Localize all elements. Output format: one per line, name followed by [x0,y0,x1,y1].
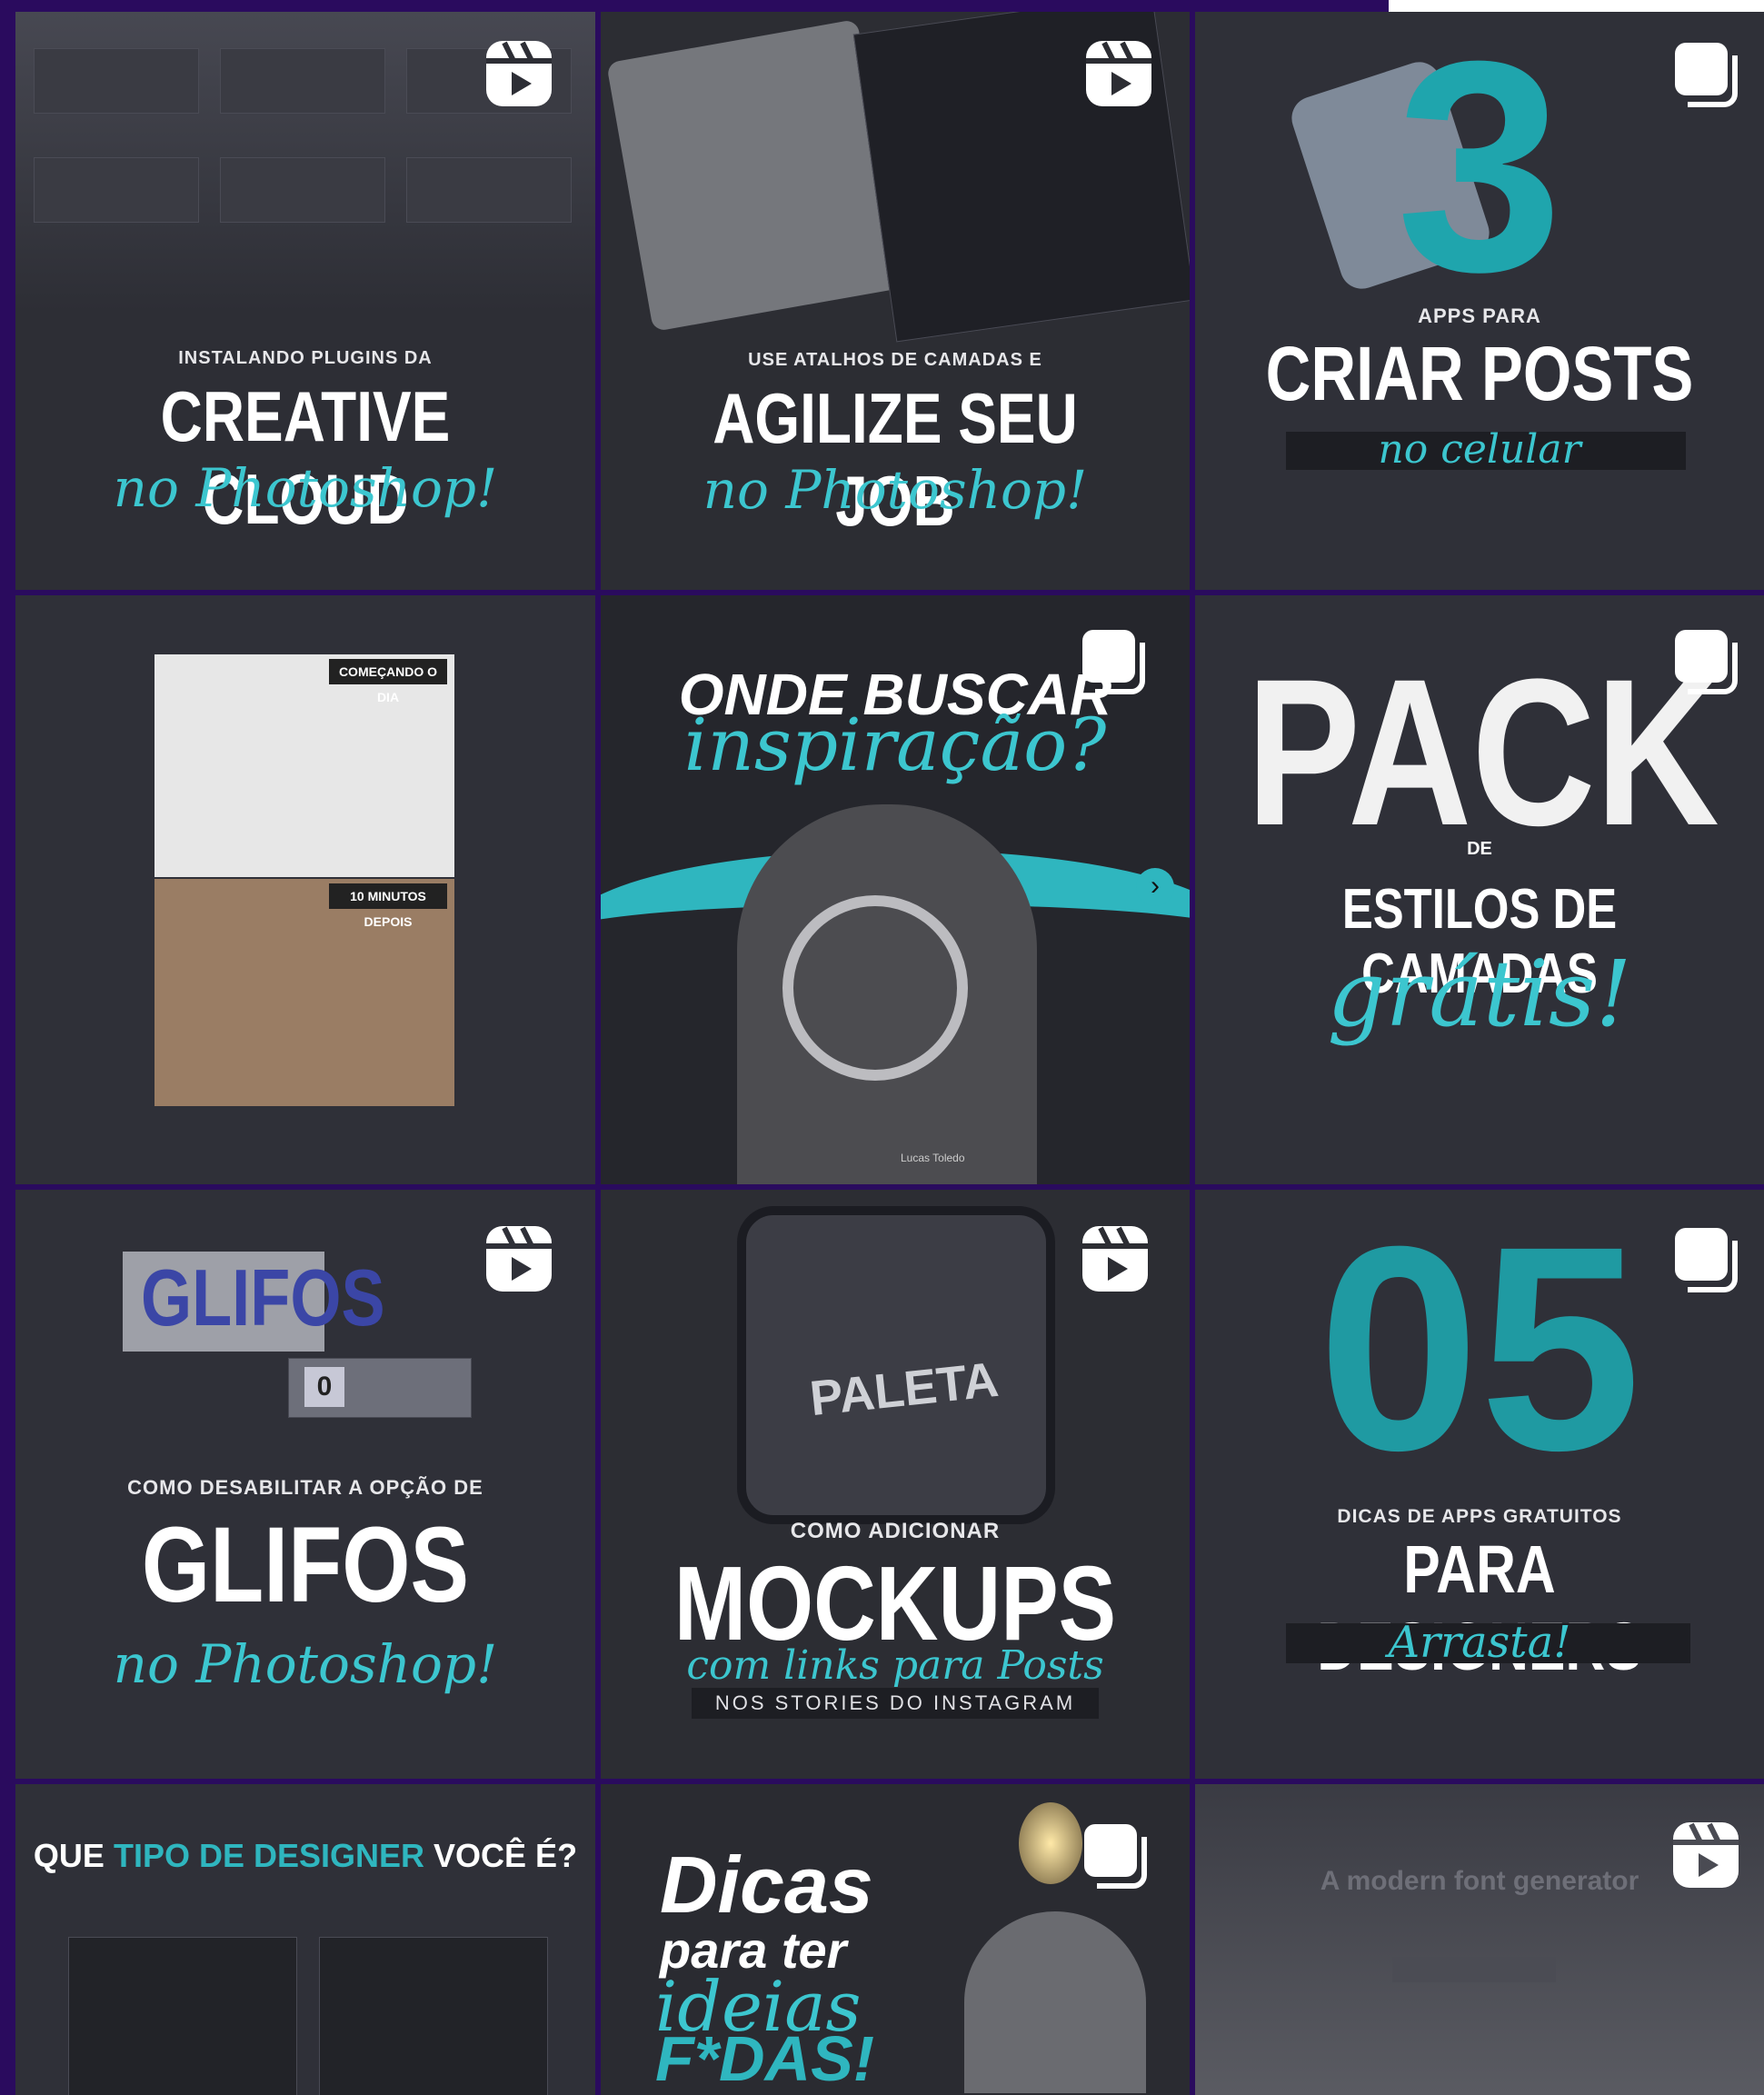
post-script: inspiração? [683,703,1107,787]
title-part: QUE [33,1837,105,1874]
post-tile[interactable]: 3 APPS PARA CRIAR POSTS no celular [1195,12,1764,590]
post-headline: GLIFOS [141,1505,470,1625]
post-tile[interactable]: PACK DE ESTILOS DE CAMADAS grátis! [1195,595,1764,1184]
post-tile[interactable]: INSTALANDO PLUGINS DA CREATIVE CLOUD no … [15,12,595,590]
post-bar-text: NOS STORIES DO INSTAGRAM [714,1691,1076,1714]
post-script: com links para Posts [686,1642,1104,1689]
post-script: Arrasta! [1388,1617,1571,1668]
post-title: QUE TIPO DE DESIGNER VOCÊ É? [15,1837,595,1875]
glyph-key: 0 [304,1367,344,1407]
post-kicker: USE ATALHOS DE CAMADAS E [748,350,1042,370]
plugin-card [220,157,385,223]
layers-panel-image [68,1937,297,2095]
post-tile[interactable]: A modern font generator [1195,1784,1764,2095]
post-headline: CRIAR POSTS [1265,331,1694,416]
post-headline: PACK [1246,635,1719,869]
fake-button [1392,1957,1556,1982]
post-script: no celular [1378,426,1581,473]
post-kicker: INSTALANDO PLUGINS DA [178,348,433,368]
title-part: VOCÊ É? [434,1837,578,1874]
reel-icon [1673,1822,1739,1888]
post-connector: DE [1467,839,1492,859]
layers-panel-image [319,1937,548,2095]
carousel-icon [1675,43,1738,107]
photo-tag: COMEÇANDO O DIA [329,659,447,704]
carousel-icon [1082,630,1145,694]
glyph-sample: GLIFOS [140,1252,385,1342]
plugin-card [406,157,572,223]
plugin-card [34,157,199,223]
post-tile[interactable]: ONDE BUSCAR inspiração? › Lucas Toledo [601,595,1190,1184]
title-part: TIPO DE DESIGNER [113,1837,425,1874]
post-tile[interactable]: USE ATALHOS DE CAMADAS E AGILIZE SEU JOB… [601,12,1190,590]
post-kicker: DICAS DE APPS GRATUITOS [1337,1506,1622,1527]
post-tile[interactable]: COMEÇANDO O DIA 10 MINUTOS DEPOIS [15,595,595,1184]
reel-icon [486,41,552,106]
magnifier [782,895,968,1081]
plugin-card [220,48,385,114]
post-tile[interactable]: GLIFOS 0 COMO DESABILITAR A OPÇÃO DE GLI… [15,1190,595,1779]
post-script: no Photoshop! [113,1633,498,1695]
post-tile[interactable]: 05 DICAS DE APPS GRATUITOS PARA DESIGNER… [1195,1190,1764,1779]
profile-posts-grid: INSTALANDO PLUGINS DA CREATIVE CLOUD no … [0,0,1764,2095]
lightbulb-image [1019,1802,1082,1884]
post-line: Dicas [660,1840,873,1930]
post-kicker: COMO DESABILITAR A OPÇÃO DE [127,1476,483,1499]
lamp-image [964,1911,1146,2093]
post-script: grátis! [1327,941,1632,1047]
post-script: no Photoshop! [113,457,498,519]
plugin-card [34,48,199,114]
photo-morning [154,654,454,877]
photo-tag: 10 MINUTOS DEPOIS [329,883,447,929]
author-credit: Lucas Toledo [901,1152,965,1164]
reel-icon [486,1226,552,1292]
reel-icon [1082,1226,1148,1292]
post-script: no Photoshop! [703,459,1088,521]
post-tile[interactable]: QUE TIPO DE DESIGNER VOCÊ É? [15,1784,595,2095]
post-tile[interactable]: Dicas para ter ideias F*DAS! [601,1784,1190,2095]
reel-icon [1086,41,1151,106]
post-line: F*DAS! [655,2023,875,2094]
carousel-icon [1675,630,1738,694]
carousel-icon [1675,1228,1738,1292]
carousel-icon [1084,1824,1147,1889]
chevron-right-icon[interactable]: › [1136,868,1174,906]
post-tile[interactable]: PALETA COMO ADICIONAR MOCKUPS com links … [601,1190,1190,1779]
post-kicker: COMO ADICIONAR [790,1519,1001,1543]
post-kicker: APPS PARA [1418,304,1541,327]
